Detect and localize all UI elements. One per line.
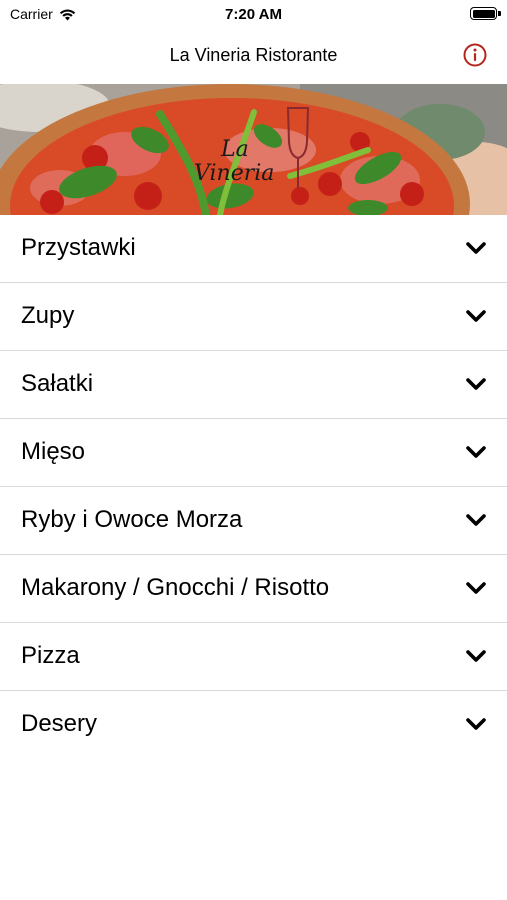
menu-item-pizza[interactable]: Pizza — [0, 623, 507, 691]
page-title: La Vineria Ristorante — [169, 45, 338, 65]
menu-item-label: Pizza — [21, 642, 80, 669]
menu-item-makarony[interactable]: Makarony / Gnocchi / Risotto — [0, 555, 507, 623]
menu-item-przystawki[interactable]: Przystawki — [0, 215, 507, 283]
status-time: 7:20 AM — [225, 6, 282, 23]
pizza-banner-image: La Vineria — [0, 84, 507, 215]
menu-item-zupy[interactable]: Zupy — [0, 283, 507, 351]
navigation-bar: La Vineria Ristorante — [0, 28, 507, 84]
chevron-down-icon — [466, 378, 486, 390]
menu-item-mieso[interactable]: Mięso — [0, 419, 507, 487]
hero-banner: La Vineria — [0, 84, 507, 215]
menu-category-list: Przystawki Zupy Sałatki Mięso Ryby i Owo… — [0, 215, 507, 759]
chevron-down-icon — [466, 242, 486, 254]
logo-text-vineria: Vineria — [194, 161, 274, 186]
chevron-down-icon — [466, 446, 486, 458]
menu-item-label: Zupy — [21, 302, 75, 329]
menu-item-label: Przystawki — [21, 234, 136, 261]
chevron-down-icon — [466, 582, 486, 594]
chevron-down-icon — [466, 650, 486, 662]
battery-level — [472, 9, 495, 18]
battery-tip — [498, 11, 501, 16]
menu-item-label: Makarony / Gnocchi / Risotto — [21, 574, 330, 601]
menu-item-label: Mięso — [21, 438, 86, 465]
battery-icon — [470, 7, 501, 20]
menu-item-ryby[interactable]: Ryby i Owoce Morza — [0, 487, 507, 555]
chevron-down-icon — [466, 310, 486, 322]
menu-item-label: Sałatki — [21, 370, 94, 397]
chevron-down-icon — [466, 514, 486, 526]
status-bar: Carrier 7:20 AM — [0, 0, 507, 28]
chevron-down-icon — [466, 718, 486, 730]
info-icon[interactable] — [463, 43, 487, 67]
menu-item-salatki[interactable]: Sałatki — [0, 351, 507, 419]
menu-item-label: Desery — [21, 710, 98, 737]
menu-item-desery[interactable]: Desery — [0, 691, 507, 759]
menu-item-label: Ryby i Owoce Morza — [21, 506, 243, 533]
logo-text-la: La — [220, 137, 249, 162]
